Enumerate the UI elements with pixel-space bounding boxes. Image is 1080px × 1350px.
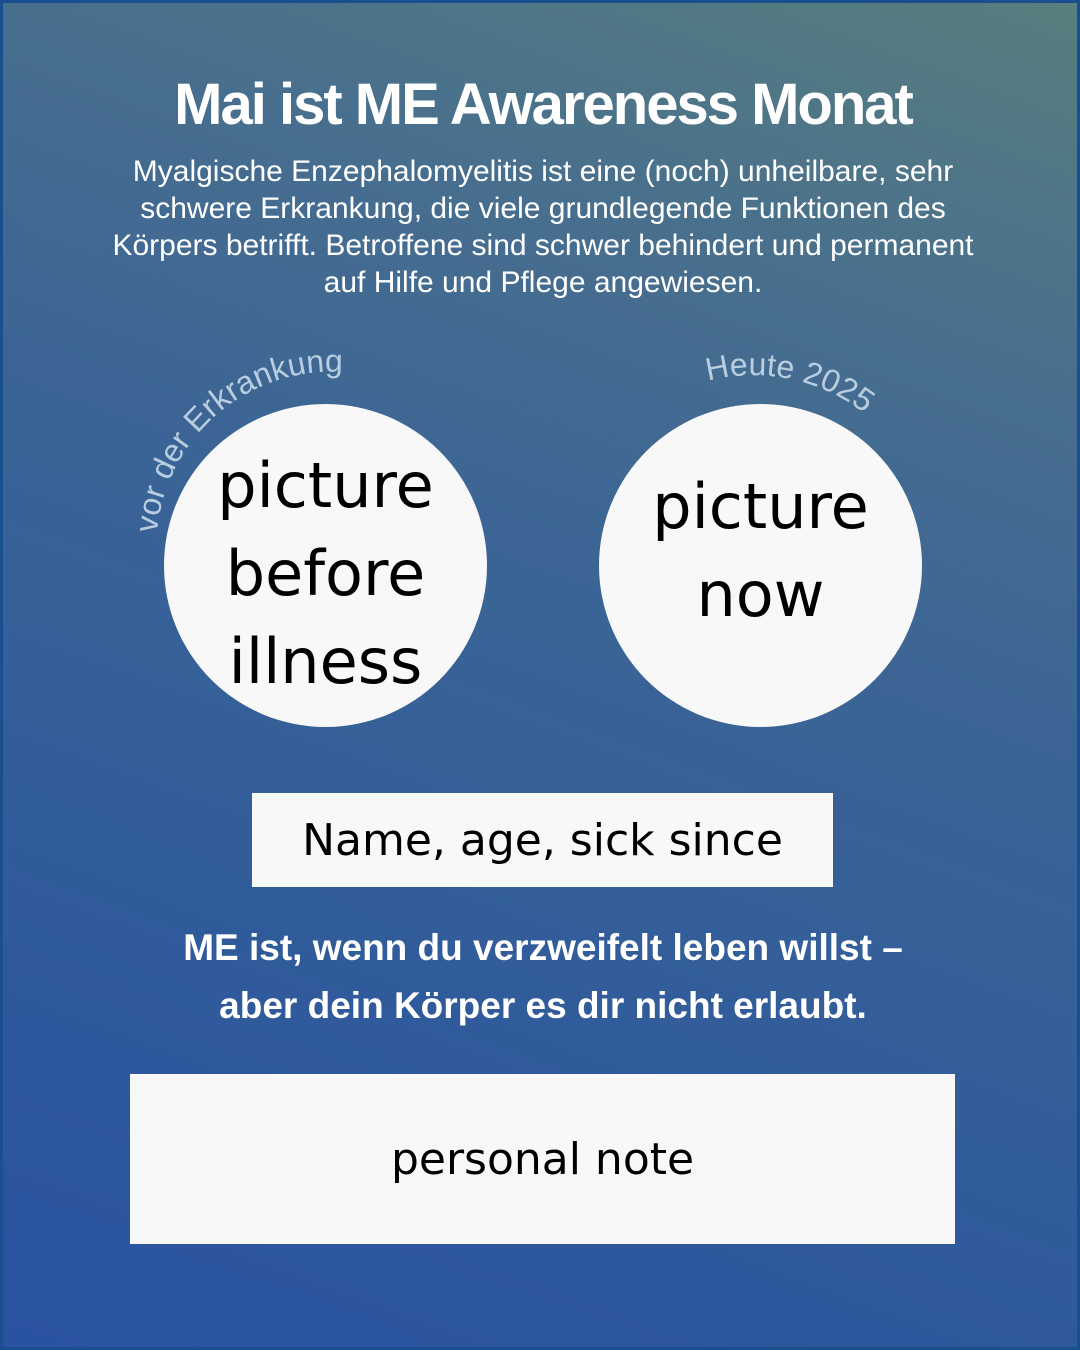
personal-note-text: personal note xyxy=(390,1133,695,1185)
name-age-text: Name, age, sick since xyxy=(302,814,783,866)
poster-title: Mai ist ME Awareness Monat xyxy=(174,72,914,137)
quote-line-2: aber dein Körper es dir nicht erlaubt. xyxy=(219,985,867,1026)
quote-line-1: ME ist, wenn du verzweifelt leben willst… xyxy=(183,927,903,968)
intro-text: Myalgische Enzephalomyelitis ist eine (n… xyxy=(112,155,974,299)
picture-before-placeholder[interactable]: picture before illness xyxy=(164,404,487,727)
personal-note-box[interactable]: personal note xyxy=(130,1074,955,1244)
picture-now-placeholder[interactable]: picture now xyxy=(599,404,922,727)
name-age-box[interactable]: Name, age, sick since xyxy=(252,793,833,887)
poster: Mai ist ME Awareness Monat Myalgische En… xyxy=(0,0,1080,1350)
quote: ME ist, wenn du verzweifelt leben willst… xyxy=(63,919,1023,1035)
